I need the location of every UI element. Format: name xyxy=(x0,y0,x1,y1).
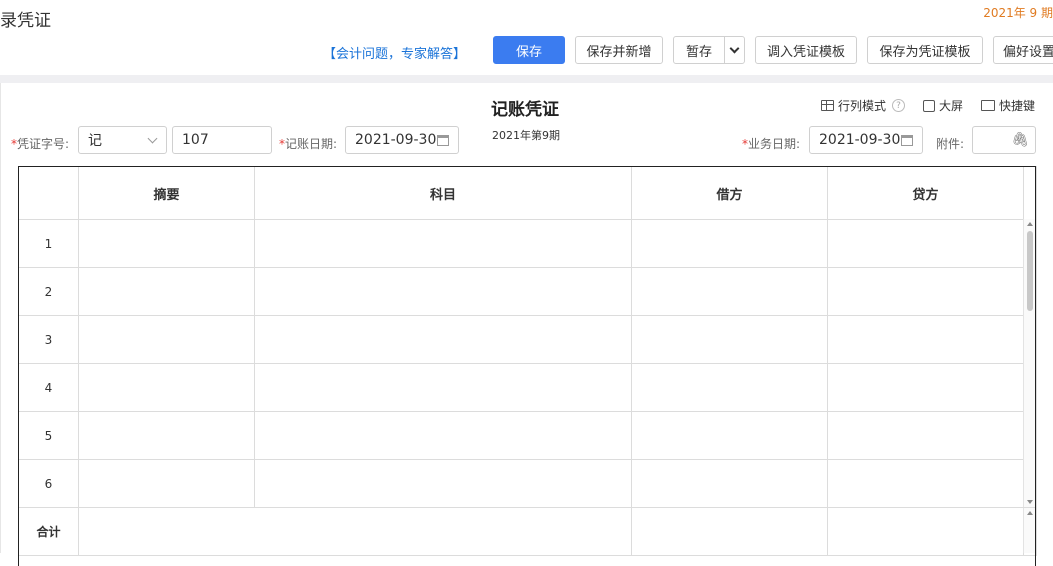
calendar-icon xyxy=(437,135,449,146)
summary-cell[interactable] xyxy=(78,411,255,460)
scroll-thumb[interactable] xyxy=(1027,231,1033,311)
save-button[interactable]: 保存 xyxy=(493,36,565,64)
debit-cell[interactable] xyxy=(631,315,828,364)
expert-help-link[interactable]: 【会计问题，专家解答】 xyxy=(323,43,466,62)
total-amount-in-words xyxy=(78,507,632,556)
account-cell[interactable] xyxy=(254,363,632,412)
table-row: 4 xyxy=(18,363,1037,412)
booking-date-input[interactable]: 2021-09-30 xyxy=(345,126,459,154)
table-row: 1 xyxy=(18,219,1037,268)
business-date-input[interactable]: 2021-09-30 xyxy=(809,126,923,154)
table-row: 3 xyxy=(18,315,1037,364)
chevron-down-icon xyxy=(729,43,740,53)
total-credit xyxy=(827,507,1024,556)
summary-cell[interactable] xyxy=(78,219,255,268)
total-debit xyxy=(631,507,828,556)
scroll-up-icon[interactable] xyxy=(1027,222,1033,226)
business-date-label: *业务日期: xyxy=(742,137,801,151)
table-scrollbar[interactable] xyxy=(1023,219,1035,507)
credit-cell[interactable] xyxy=(827,219,1024,268)
credit-header: 贷方 xyxy=(827,166,1024,220)
account-cell[interactable] xyxy=(254,315,632,364)
attachment-input[interactable]: 🖇 xyxy=(972,126,1036,154)
table-icon xyxy=(820,100,834,111)
voucher-title: 记账凭证 xyxy=(491,100,559,120)
chevron-down-icon xyxy=(147,133,158,144)
fullscreen-icon xyxy=(922,99,935,112)
table-row: 2 xyxy=(18,267,1037,316)
debit-cell[interactable] xyxy=(631,411,828,460)
draft-button[interactable]: 暂存 xyxy=(673,36,725,64)
calendar-icon xyxy=(901,135,913,146)
summary-cell[interactable] xyxy=(78,459,255,508)
total-label: 合计 xyxy=(18,507,79,556)
scroll-gutter xyxy=(1023,166,1037,220)
total-row: 合计 xyxy=(18,507,1037,556)
voucher-card: 记账凭证 2021年第9期 行列模式 ? 大屏 快捷键 *凭证字号: 记 107… xyxy=(0,83,1053,566)
voucher-table: 摘要 科目 借方 贷方 1 2 3 4 5 6 合计 xyxy=(18,166,1037,556)
debit-cell[interactable] xyxy=(631,363,828,412)
table-row: 6 xyxy=(18,459,1037,508)
shortcut-toggle[interactable]: 快捷键 xyxy=(980,97,1035,114)
credit-cell[interactable] xyxy=(827,363,1024,412)
help-icon[interactable]: ? xyxy=(891,99,905,112)
summary-cell[interactable] xyxy=(78,363,255,412)
draft-dropdown-button[interactable] xyxy=(724,36,745,64)
toolbar: 【会计问题，专家解答】 保存 保存并新增 暂存 调入凭证模板 保存为凭证模板 偏… xyxy=(0,36,1053,66)
credit-cell[interactable] xyxy=(827,411,1024,460)
row-col-mode-toggle[interactable]: 行列模式 ? xyxy=(820,97,905,114)
shortcut-label: 快捷键 xyxy=(998,99,1035,113)
fullscreen-label: 大屏 xyxy=(938,99,963,113)
voucher-period: 2021年第9期 xyxy=(492,129,560,142)
summary-cell[interactable] xyxy=(78,267,255,316)
summary-header: 摘要 xyxy=(78,166,255,220)
scroll-up-icon[interactable] xyxy=(1027,511,1033,515)
row-number: 3 xyxy=(18,315,79,364)
view-options: 行列模式 ? 大屏 快捷键 xyxy=(820,97,1035,114)
debit-cell[interactable] xyxy=(631,219,828,268)
save-as-template-button[interactable]: 保存为凭证模板 xyxy=(867,36,983,64)
debit-header: 借方 xyxy=(631,166,828,220)
account-cell[interactable] xyxy=(254,219,632,268)
voucher-word-select[interactable]: 记 xyxy=(78,126,167,154)
row-col-mode-label: 行列模式 xyxy=(837,99,886,113)
row-number: 1 xyxy=(18,219,79,268)
voucher-number-input[interactable]: 107 xyxy=(172,126,272,154)
keyboard-icon xyxy=(980,100,995,111)
row-number: 2 xyxy=(18,267,79,316)
divider xyxy=(0,75,1053,83)
credit-cell[interactable] xyxy=(827,459,1024,508)
scroll-down-icon[interactable] xyxy=(1027,500,1033,504)
page-title: 录凭证 xyxy=(0,11,51,31)
table-header-row: 摘要 科目 借方 贷方 xyxy=(18,166,1037,220)
row-number: 4 xyxy=(18,363,79,412)
preferences-button[interactable]: 偏好设置 xyxy=(993,36,1053,64)
account-header: 科目 xyxy=(254,166,632,220)
summary-cell[interactable] xyxy=(78,315,255,364)
table-row: 5 xyxy=(18,411,1037,460)
booking-date-label: *记账日期: xyxy=(279,137,338,151)
debit-cell[interactable] xyxy=(631,267,828,316)
paperclip-icon: 🖇 xyxy=(1011,132,1029,148)
row-number: 5 xyxy=(18,411,79,460)
fullscreen-toggle[interactable]: 大屏 xyxy=(922,97,963,114)
voucher-word-label: *凭证字号: xyxy=(11,137,70,151)
account-cell[interactable] xyxy=(254,411,632,460)
credit-cell[interactable] xyxy=(827,267,1024,316)
attachment-label: 附件: xyxy=(936,137,965,151)
total-scrollbar[interactable] xyxy=(1023,508,1035,553)
account-cell[interactable] xyxy=(254,459,632,508)
debit-cell[interactable] xyxy=(631,459,828,508)
row-number: 6 xyxy=(18,459,79,508)
account-cell[interactable] xyxy=(254,267,632,316)
save-and-new-button[interactable]: 保存并新增 xyxy=(575,36,663,64)
credit-cell[interactable] xyxy=(827,315,1024,364)
period-indicator: 2021年 9 期 xyxy=(983,6,1053,20)
row-number-header xyxy=(18,166,79,220)
import-template-button[interactable]: 调入凭证模板 xyxy=(755,36,857,64)
